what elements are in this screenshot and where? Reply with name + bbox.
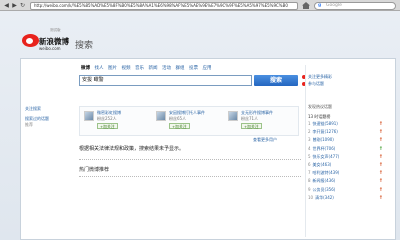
tab-video[interactable]: 视频 <box>122 65 131 72</box>
home-icon[interactable] <box>302 2 310 9</box>
trend-rank: 3 <box>308 137 311 143</box>
search-input[interactable]: 安拔 瞰警 <box>79 75 252 86</box>
trend-rank: 10 <box>308 194 314 200</box>
back-button[interactable]: ◀ <box>3 2 10 9</box>
tab-music[interactable]: 音乐 <box>135 65 144 72</box>
trend-item[interactable]: 3 曾刚(1090) ↑ <box>308 136 393 144</box>
tab-groups[interactable]: 群组 <box>176 65 185 72</box>
trend-item[interactable]: 9 公务员(356) ↑ <box>308 186 393 194</box>
trend-text[interactable]: 曾刚(1090) <box>313 137 334 142</box>
search-placeholder: Google <box>326 2 342 8</box>
tab-polls[interactable]: 投票 <box>189 65 198 72</box>
recommended-user-card: 安因搜博打托人事件 粉丝65人 +加关注 <box>154 110 224 134</box>
trend-up-arrow-icon: ↑ <box>378 145 383 152</box>
trend-text[interactable]: 新闻报(436) <box>313 178 336 183</box>
trend-text[interactable]: 快速链(5891) <box>313 121 338 126</box>
main-panel: 微博 找人 图片 视频 音乐 新闻 活动 群组 投票 应用 安拔 瞰警 搜索 关… <box>20 58 396 240</box>
right-links: 关注更多精彩 参与话题 <box>301 73 396 87</box>
avatar[interactable] <box>84 111 94 121</box>
weibo-page: 测试版 新浪微博 weibo.com 搜索 微博 找人 图片 视频 音乐 新闻 … <box>0 11 400 240</box>
trend-text[interactable]: 美女(463) <box>313 162 332 167</box>
column-divider <box>305 65 306 237</box>
trend-rank: 7 <box>308 170 311 176</box>
tab-weibo[interactable]: 微博 <box>81 65 90 72</box>
trend-text[interactable]: 公务员(356) <box>313 187 336 192</box>
search-button[interactable]: 搜索 <box>254 75 298 86</box>
trend-text[interactable]: 清华(342) <box>315 195 334 200</box>
avatar[interactable] <box>228 111 238 121</box>
trend-rank: 6 <box>308 161 311 167</box>
trend-rank: 5 <box>308 153 311 159</box>
avatar[interactable] <box>156 111 166 121</box>
tab-people[interactable]: 找人 <box>95 65 104 72</box>
follow-button[interactable]: +加关注 <box>169 123 190 129</box>
trend-up-arrow-icon: ↑ <box>378 194 383 201</box>
follow-button[interactable]: +加关注 <box>97 123 118 129</box>
divider <box>79 176 301 177</box>
reload-button[interactable]: ↻ <box>19 2 26 9</box>
trend-text[interactable]: 世界杯(706) <box>313 146 336 151</box>
more-people-link[interactable]: 查看更多用户 <box>253 137 277 143</box>
tab-news[interactable]: 新闻 <box>149 65 158 72</box>
trend-rank: 2 <box>308 129 311 135</box>
trend-text[interactable]: 哈利波特(439) <box>313 170 340 175</box>
trend-item[interactable]: 7 哈利波特(439) ↑ <box>308 169 393 177</box>
trend-item[interactable]: 4 世界杯(706) ↑ <box>308 145 393 153</box>
trend-rank: 1 <box>308 121 311 126</box>
trend-up-arrow-icon: ↑ <box>378 153 383 160</box>
tab-events[interactable]: 活动 <box>162 65 171 72</box>
weibo-eye-icon <box>22 34 39 47</box>
trends-header: 发现热议话题 <box>308 104 332 109</box>
address-bar[interactable]: http://weibo.com/k/%E5%85%AD%E5%8F%B0%E5… <box>30 1 298 10</box>
trend-up-arrow-icon: ↑ <box>378 178 383 185</box>
recommended-users: 微密彩虹搜博 粉丝252人 +加关注 安因搜博打托人事件 粉丝65人 +加关注 … <box>79 106 299 136</box>
join-topic-link[interactable]: 参与话题 <box>301 80 396 87</box>
trend-rank: 8 <box>308 178 311 184</box>
weibo-logo[interactable]: 测试版 新浪微博 weibo.com <box>22 27 70 57</box>
user-fans-count: 粉丝65人 <box>169 116 187 121</box>
follow-more-link[interactable]: 关注更多精彩 <box>301 73 396 80</box>
hot-posts-heading: 热门微博推荐 <box>79 167 110 173</box>
trend-item[interactable]: 2 李开复(1276) ↑ <box>308 128 393 136</box>
divider <box>79 159 301 160</box>
left-nav: 关注搜索 搜索过的话题 推荐 <box>25 106 57 128</box>
trend-up-arrow-icon: ↑ <box>378 137 383 144</box>
trend-up-arrow-icon: ↑ <box>378 121 383 127</box>
trend-item[interactable]: 6 美女(463) ↑ <box>308 161 393 169</box>
trend-up-arrow-icon: ↑ <box>378 186 383 193</box>
browser-toolbar: ◀ ▶ ↻ http://weibo.com/k/%E5%85%AD%E5%8F… <box>0 0 400 11</box>
join-topic-label: 参与话题 <box>308 81 324 86</box>
trend-item[interactable]: 5 快乐女声(477) ↑ <box>308 153 393 161</box>
search-engine-icon: g <box>318 2 322 8</box>
logo-beta-label: 测试版 <box>50 28 61 32</box>
trend-up-arrow-icon: ↑ <box>378 170 383 177</box>
user-fans-count: 粉丝252人 <box>97 116 117 121</box>
page-title: 搜索 <box>75 41 94 51</box>
tab-apps[interactable]: 应用 <box>203 65 212 72</box>
follow-button[interactable]: +加关注 <box>241 123 262 129</box>
trending-topics: 发现热议话题 13 时话题榜 1 快速链(5891) ↑ 2 李开复(1276) ↑ 3… <box>308 103 393 202</box>
search-tabs: 微博 找人 图片 视频 音乐 新闻 活动 群组 投票 应用 <box>81 65 212 72</box>
trend-rank: 9 <box>308 186 311 192</box>
tab-images[interactable]: 图片 <box>108 65 117 72</box>
trend-up-arrow-icon: ↑ <box>378 161 383 168</box>
trend-text[interactable]: 李开复(1276) <box>313 129 338 134</box>
forward-button[interactable]: ▶ <box>11 2 18 9</box>
user-fans-count: 粉丝71人 <box>241 116 259 121</box>
trend-rank: 4 <box>308 145 311 151</box>
trend-item[interactable]: 10 清华(342) ↑ <box>308 194 393 202</box>
trend-item[interactable]: 1 快速链(5891) ↑ <box>308 120 393 128</box>
censorship-notice: 根据相关法律法规和政策，搜索结果未予显示。 <box>79 146 185 152</box>
recommended-user-card: 微密彩虹搜博 粉丝252人 +加关注 <box>82 110 152 134</box>
trend-item[interactable]: 8 新闻报(436) ↑ <box>308 177 393 185</box>
trend-text[interactable]: 快乐女声(477) <box>313 154 340 159</box>
recommended-user-card: 支无形件搜博事件 粉丝71人 +加关注 <box>226 110 296 134</box>
follow-more-label: 关注更多精彩 <box>308 74 332 79</box>
logo-url-text: weibo.com <box>39 46 61 51</box>
left-nav-item-follow-search[interactable]: 关注搜索 <box>25 106 57 112</box>
browser-search-input[interactable]: g Google <box>314 1 396 10</box>
trend-up-arrow-icon: ↑ <box>378 129 383 136</box>
left-nav-item-recommend[interactable]: 推荐 <box>25 122 57 128</box>
